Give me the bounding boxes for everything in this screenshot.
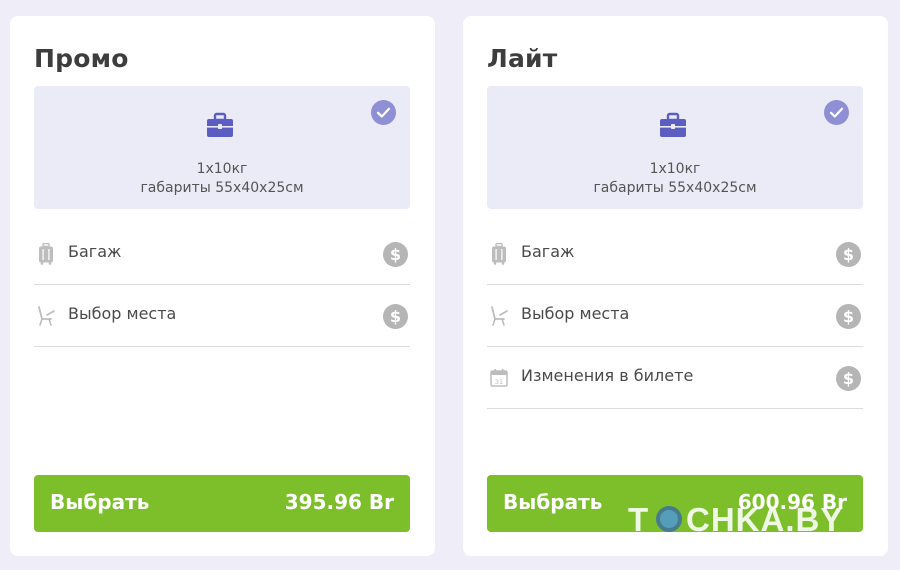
- feature-row-ticket-changes: 31 Изменения в билете $: [487, 347, 863, 409]
- feature-label: Выбор места: [68, 304, 177, 323]
- select-button-label: Выбрать: [50, 490, 150, 514]
- svg-text:$: $: [843, 245, 854, 264]
- feature-label: Выбор места: [521, 304, 630, 323]
- feature-row-baggage: Багаж $: [487, 223, 863, 285]
- svg-text:$: $: [843, 307, 854, 326]
- briefcase-icon: [207, 112, 233, 137]
- select-button-label: Выбрать: [503, 490, 603, 514]
- paid-dollar-icon: $: [836, 366, 861, 391]
- seat-icon: [491, 306, 508, 326]
- svg-text:$: $: [390, 307, 401, 326]
- seat-icon: [38, 306, 55, 326]
- feature-row-seat: Выбор места $: [487, 285, 863, 347]
- briefcase-icon: [660, 112, 686, 137]
- baggage-dimensions: габариты 55x40x25см: [140, 180, 304, 196]
- baggage-weight: 1x10кг: [649, 161, 701, 177]
- suitcase-icon: [492, 243, 506, 265]
- fare-title: Лайт: [487, 44, 558, 73]
- baggage-dimensions: габариты 55x40x25см: [593, 180, 757, 196]
- paid-dollar-icon: $: [383, 304, 408, 329]
- paid-dollar-icon: $: [836, 304, 861, 329]
- check-circle-icon: [371, 100, 396, 125]
- fare-card-promo: Промо 1x10кг габариты 55x40x25см Багаж $: [10, 16, 435, 556]
- feature-row-seat: Выбор места $: [34, 285, 410, 347]
- feature-label: Изменения в билете: [521, 366, 694, 385]
- paid-dollar-icon: $: [836, 242, 861, 267]
- feature-row-baggage: Багаж $: [34, 223, 410, 285]
- select-fare-button[interactable]: Выбрать 395.96 Br: [34, 475, 410, 532]
- suitcase-icon: [39, 243, 53, 265]
- calendar-icon: 31: [490, 369, 508, 387]
- check-circle-icon: [824, 100, 849, 125]
- feature-label: Багаж: [68, 242, 122, 261]
- baggage-allowance-box: 1x10кг габариты 55x40x25см: [34, 86, 410, 209]
- baggage-allowance-box: 1x10кг габариты 55x40x25см: [487, 86, 863, 209]
- feature-label: Багаж: [521, 242, 575, 261]
- fare-price: 600.96 Br: [737, 490, 847, 514]
- svg-text:$: $: [843, 369, 854, 388]
- fare-price: 395.96 Br: [284, 490, 394, 514]
- fare-title: Промо: [34, 44, 129, 73]
- fare-card-lite: Лайт 1x10кг габариты 55x40x25см Багаж $: [463, 16, 888, 556]
- paid-dollar-icon: $: [383, 242, 408, 267]
- svg-text:$: $: [390, 245, 401, 264]
- select-fare-button[interactable]: Выбрать 600.96 Br: [487, 475, 863, 532]
- baggage-weight: 1x10кг: [196, 161, 248, 177]
- svg-text:31: 31: [495, 378, 503, 386]
